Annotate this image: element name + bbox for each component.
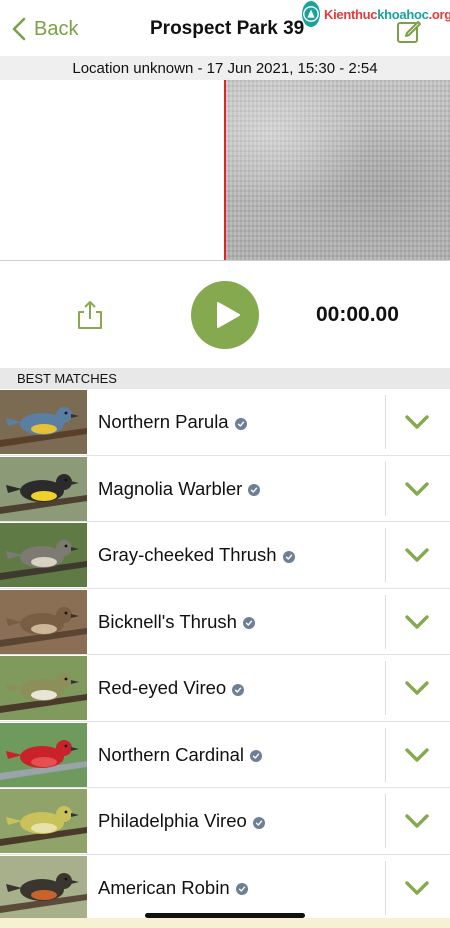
bottom-safe-area (0, 918, 450, 928)
section-header: BEST MATCHES (0, 368, 450, 389)
match-row[interactable]: Northern Parula (0, 389, 450, 456)
play-icon (216, 302, 240, 328)
row-divider (385, 594, 386, 649)
bird-photo (0, 722, 87, 787)
verified-icon (235, 883, 248, 895)
bird-photo (0, 390, 87, 454)
match-row[interactable]: Bicknell's Thrush (0, 588, 450, 655)
spectrogram-image (226, 80, 450, 260)
species-name-cell: Northern Cardinal (98, 722, 263, 788)
match-row[interactable]: Northern Cardinal (0, 721, 450, 788)
verified-icon (232, 683, 245, 696)
chevron-down-icon[interactable] (404, 413, 430, 431)
chevron-down-icon[interactable] (404, 679, 430, 697)
player-controls: 00:00.00 (0, 262, 450, 368)
bird-photo (0, 855, 87, 920)
verified-icon (282, 550, 295, 563)
chevron-down-icon[interactable] (404, 613, 430, 631)
species-name-cell: Bicknell's Thrush (98, 589, 255, 655)
row-divider (385, 528, 386, 582)
match-row[interactable]: Philadelphia Vireo (0, 788, 450, 855)
species-name: Red-eyed Vireo (98, 677, 227, 698)
species-name: Northern Cardinal (98, 743, 245, 765)
row-divider (385, 395, 386, 449)
species-name: American Robin (98, 876, 230, 898)
match-row[interactable]: American Robin (0, 854, 450, 921)
chevron-down-icon[interactable] (404, 746, 430, 764)
bird-photo (0, 789, 87, 853)
watermark-text: Kienthuckhoahoc.org (324, 7, 450, 22)
watermark-text-c: .org (428, 6, 450, 22)
species-name-cell: Gray-cheeked Thrush (98, 522, 295, 588)
page-title: Prospect Park 39 (150, 18, 305, 39)
verified-icon (248, 484, 261, 496)
species-name: Philadelphia Vireo (98, 810, 247, 831)
chevron-down-icon[interactable] (404, 812, 430, 830)
playhead-line[interactable] (224, 80, 226, 260)
recording-info: Location unknown - 17 Jun 2021, 15:30 - … (72, 59, 378, 77)
share-button[interactable] (77, 300, 103, 330)
verified-icon (252, 816, 265, 829)
matches-list: Northern Parula Magnolia Warbler Gray-chee… (0, 389, 450, 921)
verified-icon (234, 417, 247, 430)
verified-icon (250, 750, 263, 762)
species-name: Magnolia Warbler (98, 477, 243, 499)
bird-photo (0, 589, 87, 654)
verified-icon (242, 617, 255, 629)
match-row[interactable]: Gray-cheeked Thrush (0, 522, 450, 589)
row-divider (385, 461, 386, 516)
back-button[interactable]: Back (12, 14, 78, 44)
playback-time: 00:00.00 (316, 303, 399, 326)
species-name-cell: Northern Parula (98, 389, 247, 455)
bird-photo (0, 456, 87, 521)
species-name-cell: Philadelphia Vireo (98, 788, 265, 854)
play-button[interactable] (191, 281, 259, 349)
row-divider (385, 727, 386, 782)
chevron-down-icon[interactable] (404, 546, 430, 564)
species-name: Gray-cheeked Thrush (98, 544, 277, 565)
row-divider (385, 794, 386, 848)
spectrogram[interactable] (0, 80, 450, 261)
bird-photo (0, 523, 87, 587)
match-row[interactable]: Red-eyed Vireo (0, 655, 450, 722)
home-indicator[interactable] (145, 913, 305, 918)
species-name-cell: American Robin (98, 855, 248, 921)
species-name-cell: Red-eyed Vireo (98, 655, 245, 721)
species-name: Bicknell's Thrush (98, 610, 237, 632)
chevron-down-icon[interactable] (404, 879, 430, 897)
row-divider (385, 860, 386, 915)
recording-info-bar: Location unknown - 17 Jun 2021, 15:30 - … (0, 56, 450, 80)
match-row[interactable]: Magnolia Warbler (0, 455, 450, 522)
bird-photo (0, 656, 87, 720)
share-icon (78, 301, 102, 329)
chevron-down-icon[interactable] (404, 480, 430, 498)
species-name-cell: Magnolia Warbler (98, 456, 261, 522)
watermark-text-a: Kienthuc (324, 6, 378, 22)
species-name: Northern Parula (98, 411, 229, 432)
chevron-left-icon (12, 17, 26, 41)
back-label: Back (34, 17, 79, 40)
watermark-text-b: khoahoc (377, 6, 429, 22)
watermark: Kienthuckhoahoc.org (302, 0, 450, 28)
row-divider (385, 661, 386, 715)
watermark-logo-icon (302, 1, 320, 27)
